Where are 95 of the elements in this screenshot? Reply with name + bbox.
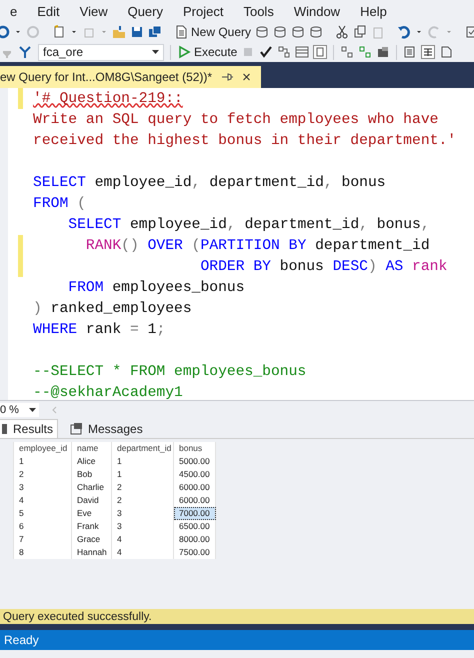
database-icon[interactable] xyxy=(291,25,306,39)
caret-icon[interactable] xyxy=(152,50,159,54)
table-cell: 4500.00 xyxy=(174,468,216,481)
open-folder-icon[interactable] xyxy=(112,25,126,39)
code-line: ORDER BY bonus DESC) AS rank xyxy=(199,258,448,274)
new-query-button[interactable]: New Query xyxy=(174,25,252,39)
results-tab[interactable]: Results xyxy=(0,419,58,438)
document-icon[interactable] xyxy=(174,25,188,39)
column-header[interactable]: bonus xyxy=(174,442,216,455)
grid-results-icon[interactable] xyxy=(421,45,436,59)
caret-icon[interactable] xyxy=(28,408,36,412)
database-dropdown[interactable]: fca_ore xyxy=(38,44,164,60)
table-cell: 3 xyxy=(112,507,174,520)
copy-icon[interactable] xyxy=(353,25,368,39)
new-project-icon[interactable] xyxy=(52,25,66,39)
table-cell: 2 xyxy=(14,468,72,481)
save-all-icon[interactable] xyxy=(148,25,162,39)
column-header[interactable]: employee_id xyxy=(14,442,72,455)
close-button[interactable]: × xyxy=(242,68,251,86)
table-cell: 4 xyxy=(112,533,174,546)
status-text: Ready xyxy=(4,633,39,647)
table-cell: 5 xyxy=(14,507,72,520)
statistics-icon[interactable] xyxy=(340,45,354,59)
table-cell: Alice xyxy=(72,455,112,468)
code-line: SELECT employee_id, department_id, bonus xyxy=(33,174,386,190)
text-results-icon[interactable] xyxy=(403,45,418,59)
results-tab[interactable]: Messages xyxy=(66,419,147,438)
database-icon[interactable] xyxy=(309,25,324,39)
undo-icon[interactable] xyxy=(397,25,412,39)
table-cell: Hannah xyxy=(72,546,112,559)
table-cell: 3 xyxy=(112,520,174,533)
zoom-dropdown[interactable]: 0 % xyxy=(0,403,39,417)
table-cell: 7 xyxy=(14,533,72,546)
query-status-message: Query executed successfully. xyxy=(3,610,152,622)
table-cell: 6000.00 xyxy=(174,481,216,494)
menu-item[interactable]: Window xyxy=(284,4,350,18)
save-icon[interactable] xyxy=(130,25,144,39)
query-plan-icon[interactable] xyxy=(277,45,292,59)
execute-button[interactable]: Execute xyxy=(177,45,238,59)
menu-item[interactable]: Project xyxy=(173,4,234,18)
table-cell: 1 xyxy=(14,455,72,468)
menu-item[interactable]: e xyxy=(0,4,28,18)
results-file-icon[interactable] xyxy=(313,45,328,59)
table-cell: 6 xyxy=(14,520,72,533)
database-icon[interactable] xyxy=(273,25,288,39)
code-line: '# Question-219:: xyxy=(33,90,183,106)
table-cell: 4 xyxy=(112,546,174,559)
table-cell: 7500.00 xyxy=(174,546,216,559)
table-cell: Frank xyxy=(72,520,112,533)
table-cell: 1 xyxy=(112,468,174,481)
table-cell: Grace xyxy=(72,533,112,546)
code-line: WHERE rank = 1; xyxy=(33,322,166,338)
back-icon[interactable] xyxy=(0,25,10,39)
plan-icon[interactable] xyxy=(358,45,372,59)
code-line: FROM ( xyxy=(33,196,86,212)
code-line: Write an SQL query to fetch employees who have xyxy=(33,112,438,128)
table-cell: 8 xyxy=(14,546,72,559)
code-line: --@sekharAcademy1 xyxy=(33,384,183,400)
connect-icon[interactable] xyxy=(18,45,32,59)
table-cell: 6500.00 xyxy=(174,520,216,533)
document-tab[interactable]: ew Query for Int...OM8G\Sangeet (52))* × xyxy=(0,66,261,88)
code-line: FROM employees_bonus xyxy=(67,280,245,296)
table-cell: 2 xyxy=(112,494,174,507)
messages-icon[interactable] xyxy=(70,422,82,434)
menu-item[interactable]: Help xyxy=(350,4,397,18)
table-cell: Bob xyxy=(72,468,112,481)
play-icon[interactable] xyxy=(177,45,191,59)
tab-title: ew Query for Int...OM8G\Sangeet (52))* xyxy=(0,70,212,84)
code-line: received the highest bonus in their department.' xyxy=(33,132,456,148)
table-cell: 3 xyxy=(14,481,72,494)
table-cell: 1 xyxy=(112,455,174,468)
check-icon[interactable] xyxy=(259,45,274,59)
table-icon[interactable] xyxy=(376,45,390,59)
table-cell: 5000.00 xyxy=(174,455,216,468)
column-header[interactable]: department_id xyxy=(112,442,174,455)
code-line: ) ranked_employees xyxy=(33,300,192,316)
table-cell: 6000.00 xyxy=(174,494,216,507)
table-cell: 4 xyxy=(14,494,72,507)
menu-item[interactable]: Query xyxy=(118,4,173,18)
column-header[interactable]: name xyxy=(72,442,112,455)
table-cell: 7000.00 xyxy=(174,507,216,520)
table-cell: David xyxy=(72,494,112,507)
table-cell: 8000.00 xyxy=(174,533,216,546)
menu-item[interactable]: Tools xyxy=(233,4,284,18)
menu-item[interactable]: View xyxy=(70,4,118,18)
table-cell: Eve xyxy=(72,507,112,520)
database-icon[interactable] xyxy=(255,25,270,39)
file-results-icon[interactable] xyxy=(439,45,454,59)
code-line: --SELECT * FROM employees_bonus xyxy=(33,364,306,380)
table-cell: Charlie xyxy=(72,481,112,494)
cut-icon[interactable] xyxy=(335,25,350,39)
table-cell: 2 xyxy=(112,481,174,494)
menu-item[interactable]: Edit xyxy=(27,4,70,18)
code-line: SELECT employee_id, department_id, bonus, xyxy=(67,216,430,232)
code-line: RANK() OVER (PARTITION BY department_id xyxy=(84,238,430,254)
